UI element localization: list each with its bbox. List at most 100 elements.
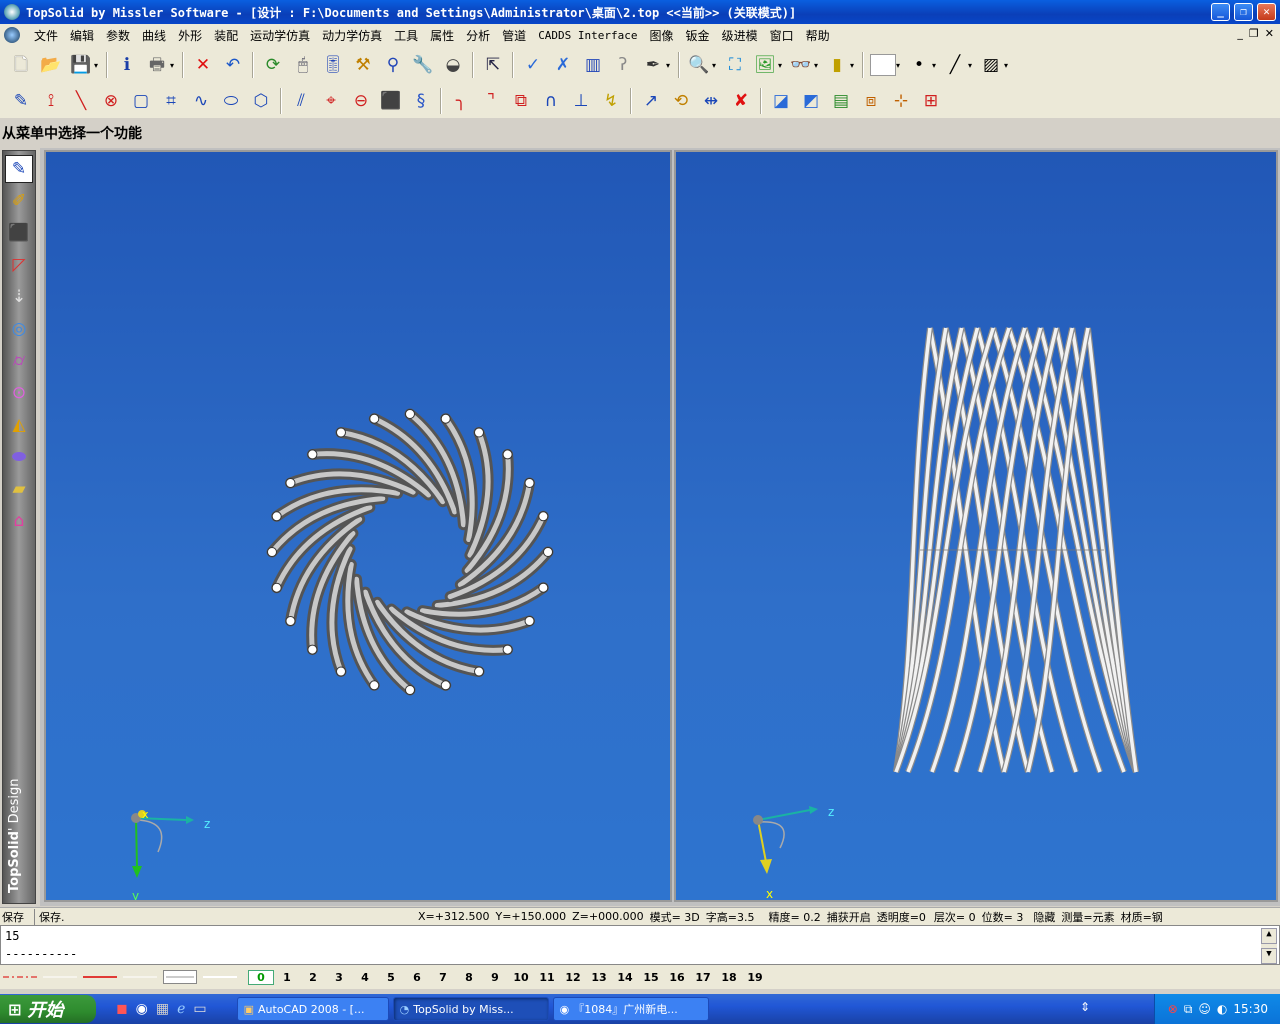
check-curve-icon[interactable]: ✓ — [520, 51, 546, 79]
render-icon[interactable]: ▤ — [828, 87, 854, 115]
network-tray-icon[interactable]: ⧉ — [1184, 1002, 1193, 1017]
document-icon[interactable] — [4, 27, 20, 43]
linestyle-thick-white[interactable] — [203, 972, 237, 982]
parallel-lines-icon[interactable]: ⫽ — [288, 87, 314, 115]
layer-13[interactable]: 13 — [586, 971, 612, 984]
menu-progressive-die[interactable]: 级进模 — [716, 27, 764, 44]
pen-dropdown-icon[interactable]: ▾ — [666, 61, 674, 70]
quicklaunch-app-icon[interactable]: ◼ — [116, 1001, 128, 1017]
slot-icon[interactable]: ⊖ — [348, 87, 374, 115]
cross-curve-icon[interactable]: ✗ — [550, 51, 576, 79]
linestyle-thin-white-2[interactable] — [123, 972, 157, 982]
info-icon[interactable]: ℹ — [114, 51, 140, 79]
layer-19[interactable]: 19 — [742, 971, 768, 984]
house-icon[interactable]: ⌂ — [5, 507, 33, 535]
color-dropdown-icon[interactable]: ▾ — [896, 61, 904, 70]
layer-17[interactable]: 17 — [690, 971, 716, 984]
status-hide[interactable]: 隐藏 — [1033, 909, 1055, 925]
menu-analysis[interactable]: 分析 — [460, 27, 496, 44]
offset-icon[interactable]: ⧉ — [508, 87, 534, 115]
ruler-icon[interactable]: ▰ — [5, 475, 33, 503]
menu-curves[interactable]: 曲线 — [136, 27, 172, 44]
select-cursor-icon[interactable]: ⇱ — [480, 51, 506, 79]
layer-10[interactable]: 10 — [508, 971, 534, 984]
mdi-close-button[interactable]: ✕ — [1265, 27, 1274, 40]
point-style-icon[interactable]: • — [906, 51, 932, 79]
assembly-icon[interactable]: ⧈ — [858, 87, 884, 115]
menu-assembly[interactable]: 装配 — [208, 27, 244, 44]
hook-icon[interactable]: ʔ — [610, 51, 636, 79]
spring-icon[interactable]: § — [408, 87, 434, 115]
status-level[interactable]: 层次= 0 — [934, 909, 976, 925]
line-icon[interactable]: ╲ — [68, 87, 94, 115]
command-scrollbar[interactable]: ▲ ▼ — [1261, 928, 1277, 964]
zoom-icon[interactable]: 🔍 — [686, 51, 712, 79]
glasses-icon[interactable]: 👓 — [788, 51, 814, 79]
glasses-dropdown-icon[interactable]: ▾ — [814, 61, 822, 70]
chamfer-icon[interactable]: ⌝ — [478, 87, 504, 115]
layer-4[interactable]: 4 — [352, 971, 378, 984]
color-swatch[interactable] — [870, 54, 896, 76]
scroll-up-icon[interactable]: ▲ — [1261, 928, 1277, 944]
users-tray-icon[interactable]: ☺ — [1198, 1002, 1211, 1016]
layer-14[interactable]: 14 — [612, 971, 638, 984]
fillet-icon[interactable]: ╮ — [448, 87, 474, 115]
crosshair-icon[interactable]: ⌖ — [318, 87, 344, 115]
zoom-dropdown-icon[interactable]: ▾ — [712, 61, 720, 70]
layer-0[interactable]: 0 — [248, 969, 274, 985]
layer-11[interactable]: 11 — [534, 971, 560, 984]
circle-icon[interactable]: ⊗ — [98, 87, 124, 115]
status-snap[interactable]: 捕获开启 — [827, 909, 871, 925]
menu-piping[interactable]: 管道 — [496, 27, 532, 44]
taskbar-expand-icon[interactable]: ⇕ — [1080, 1000, 1090, 1014]
print-dropdown-icon[interactable]: ▾ — [170, 61, 178, 70]
menu-sheet-metal[interactable]: 钣金 — [680, 27, 716, 44]
save-icon[interactable]: 💾 — [68, 51, 94, 79]
layer-7[interactable]: 7 — [430, 971, 456, 984]
bars-icon[interactable]: ▥ — [580, 51, 606, 79]
status-text-height[interactable]: 字高=3.5 — [706, 909, 755, 925]
image-icon[interactable]: 🖼 — [752, 51, 778, 79]
magnet-icon[interactable]: ⚲ — [380, 51, 406, 79]
ellipse-icon[interactable]: ⬭ — [218, 87, 244, 115]
start-button[interactable]: ⊞ 开始 — [0, 995, 96, 1023]
layer-9[interactable]: 9 — [482, 971, 508, 984]
battery-dropdown-icon[interactable]: ▾ — [850, 61, 858, 70]
task-autocad[interactable]: ▣ AutoCAD 2008 - [... — [236, 997, 389, 1021]
spline-icon[interactable]: ∿ — [188, 87, 214, 115]
layer-12[interactable]: 12 — [560, 971, 586, 984]
menu-cadds-interface[interactable]: CADDS Interface — [532, 29, 643, 42]
layer-8[interactable]: 8 — [456, 971, 482, 984]
linestyle-selected[interactable] — [163, 970, 197, 984]
pipe-icon[interactable]: ⬬ — [5, 443, 33, 471]
quicklaunch-ie-icon[interactable]: ℯ — [177, 1001, 185, 1017]
wrench-icon[interactable]: 🔧 — [410, 51, 436, 79]
print-icon[interactable]: 🖶 — [144, 51, 170, 79]
image-dropdown-icon[interactable]: ▾ — [778, 61, 786, 70]
linestyle-thin-white[interactable] — [43, 972, 77, 982]
minimize-button[interactable]: _ — [1211, 3, 1230, 21]
menu-help[interactable]: 帮助 — [800, 27, 836, 44]
box-icon[interactable]: ⬛ — [378, 87, 404, 115]
layer-1[interactable]: 1 — [274, 971, 300, 984]
status-transparency[interactable]: 透明度=0 — [877, 909, 926, 925]
quicklaunch-desktop-icon[interactable]: ▭ — [193, 1001, 206, 1017]
battery-icon[interactable]: ▮ — [824, 51, 850, 79]
security-tray-icon[interactable]: ⊗ — [1168, 1002, 1178, 1016]
new-file-icon[interactable]: 🗋 — [8, 51, 34, 79]
save-dropdown-icon[interactable]: ▾ — [94, 61, 102, 70]
pencil-icon[interactable]: ✎ — [8, 87, 34, 115]
mdi-minimize-button[interactable]: _ — [1237, 27, 1243, 40]
line-style-dropdown-icon[interactable]: ▾ — [968, 61, 976, 70]
menu-tools[interactable]: 工具 — [388, 27, 424, 44]
layer-16[interactable]: 16 — [664, 971, 690, 984]
viewport-left[interactable]: z y x — [44, 150, 672, 902]
mouse-icon[interactable]: 🖱 — [290, 51, 316, 79]
magnifier-part-icon[interactable]: ⊙ — [5, 379, 33, 407]
arch-icon[interactable]: ∩ — [538, 87, 564, 115]
undo-icon[interactable]: ↶ — [220, 51, 246, 79]
extrude-icon[interactable]: ◪ — [768, 87, 794, 115]
table-icon[interactable]: ⊞ — [918, 87, 944, 115]
layer-5[interactable]: 5 — [378, 971, 404, 984]
menu-window[interactable]: 窗口 — [764, 27, 800, 44]
